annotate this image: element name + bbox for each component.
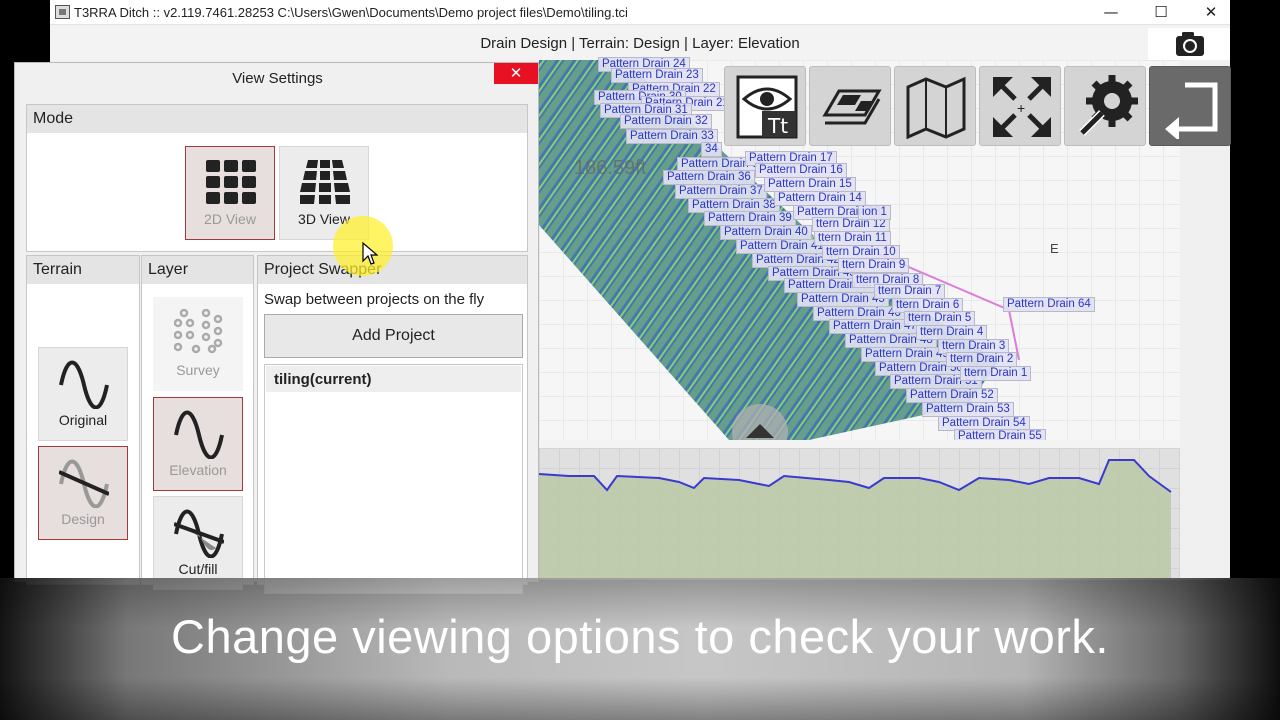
settings-tool[interactable]: [1064, 66, 1146, 146]
drain-label: ttern Drain 7: [874, 284, 946, 299]
layers-tool[interactable]: [809, 66, 891, 146]
app-icon: [55, 5, 70, 19]
drain-label: Pattern Drain 23: [611, 68, 703, 83]
compass-east-label: E: [1050, 241, 1059, 256]
map-tool[interactable]: [894, 66, 976, 146]
layer-panel: Layer Survey Elevation Cut/fill: [141, 255, 254, 590]
drain-label: Pattern Drain 40: [720, 225, 812, 240]
grid-2d-icon: [206, 160, 256, 204]
svg-text:+: +: [1017, 100, 1025, 116]
grid-3d-icon: [300, 160, 350, 204]
terrain-panel: Terrain Original Design: [26, 255, 140, 585]
elevation-layer-button[interactable]: Elevation: [153, 397, 243, 491]
terrain-header: Terrain: [27, 256, 139, 284]
window-title: T3RRA Ditch :: v2.119.7461.28253 C:\User…: [74, 5, 628, 20]
drain-label: ttern Drain 4: [916, 325, 988, 340]
drain-label: Pattern Drain 32: [620, 114, 712, 129]
2d-view-label: 2D View: [204, 211, 256, 227]
title-bar: T3RRA Ditch :: v2.119.7461.28253 C:\User…: [50, 0, 1230, 25]
project-swapper-panel: Project Swapper Swap between projects on…: [257, 255, 528, 594]
profile-chart: [539, 459, 1172, 580]
elevation-label: Elevation: [169, 462, 227, 478]
drain-label: Pattern Drain 53: [922, 402, 1014, 417]
distance-readout: 186.59ft: [574, 157, 647, 179]
project-swapper-description: Swap between projects on the fly: [264, 291, 485, 308]
layer-header: Layer: [142, 256, 253, 284]
drain-label: ttern Drain 11: [814, 231, 891, 246]
drain-label: 34: [701, 142, 722, 157]
expand-icon: +: [993, 77, 1051, 137]
view-settings-tool[interactable]: Tt: [724, 66, 806, 146]
drain-label: ttern Drain 5: [904, 311, 976, 326]
design-terrain-button[interactable]: Design: [38, 446, 128, 540]
survey-label: Survey: [176, 362, 220, 378]
original-terrain-button[interactable]: Original: [38, 347, 128, 441]
map-icon: [906, 76, 966, 139]
eye-text-icon: Tt: [736, 75, 798, 139]
drain-label: Pattern Drain 37: [675, 184, 767, 199]
dialog-title: View Settings: [232, 70, 323, 87]
screenshot-stage: T3RRA Ditch :: v2.119.7461.28253 C:\User…: [0, 0, 1280, 720]
drain-label: Pattern Drain 15: [764, 177, 856, 192]
drain-label: ttern Drain 9: [838, 258, 910, 273]
cut-fill-label: Cut/fill: [178, 561, 218, 577]
project-list[interactable]: tiling(current): [264, 364, 523, 594]
close-window-button[interactable]: ✕: [1186, 0, 1236, 25]
drain-label: Pattern Drain 52: [906, 388, 998, 403]
dialog-close-button[interactable]: ✕: [494, 63, 538, 84]
project-list-item[interactable]: tiling(current): [266, 366, 521, 392]
sine-design-icon: [59, 459, 109, 508]
minimize-button[interactable]: —: [1086, 0, 1136, 25]
original-label: Original: [58, 412, 108, 428]
mode-panel: Mode 2D View 3D View: [26, 104, 528, 252]
page-title: Drain Design | Terrain: Design | Layer: …: [480, 35, 800, 52]
zoom-extents-tool[interactable]: +: [979, 66, 1061, 146]
camera-icon: [1176, 32, 1204, 56]
add-project-button[interactable]: Add Project: [264, 314, 523, 358]
design-label: Design: [61, 511, 105, 527]
2d-view-button[interactable]: 2D View: [185, 146, 275, 240]
drain-label: ttern Drain 2: [946, 352, 1018, 367]
mouse-cursor-icon: [362, 242, 378, 265]
drain-label: Pattern Drain 36: [663, 170, 755, 185]
settings-wrench-icon: [1079, 75, 1138, 136]
view-settings-dialog: View Settings ✕ Mode 2D View 3D View Ter…: [14, 62, 539, 594]
maximize-button[interactable]: ☐: [1136, 0, 1186, 25]
screenshot-button[interactable]: [1148, 28, 1230, 60]
exit-tool[interactable]: [1149, 66, 1231, 146]
svg-text:Tt: Tt: [767, 114, 788, 138]
cut-fill-icon: [174, 509, 224, 558]
drain-label: Pattern Drain 39: [704, 211, 796, 226]
survey-layer-button[interactable]: Survey: [153, 297, 243, 391]
exit-icon: [1165, 82, 1218, 139]
mode-header: Mode: [27, 105, 527, 133]
sine-wave-icon: [174, 410, 224, 459]
header-bar: Drain Design | Terrain: Design | Layer: …: [50, 25, 1230, 60]
sine-wave-icon: [59, 360, 109, 409]
cut-fill-layer-button[interactable]: Cut/fill: [153, 496, 243, 590]
layers-icon: [822, 89, 882, 125]
caption-text: Change viewing options to check your wor…: [171, 610, 1109, 663]
drain-label: Pattern Drain 16: [755, 163, 847, 178]
drain-label: Pattern Drain 14: [774, 191, 866, 206]
elevation-profile: [539, 440, 1180, 580]
drain-label: ion 1: [858, 205, 891, 220]
survey-dots-icon: [174, 309, 223, 354]
project-swapper-header: Project Swapper: [258, 256, 527, 284]
drain-label: Pattern Drain 64: [1003, 297, 1095, 312]
drain-label: ttern Drain 1: [960, 366, 1032, 381]
